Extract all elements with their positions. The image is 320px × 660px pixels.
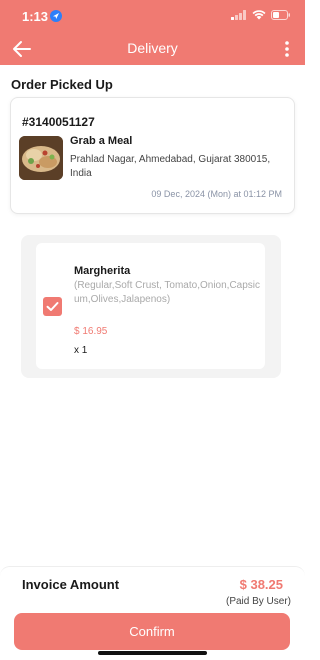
location-arrow-icon	[50, 10, 62, 22]
status-bar: 1:13	[0, 0, 305, 32]
item-quantity: x 1	[74, 345, 88, 356]
item-price: $ 16.95	[74, 326, 108, 337]
order-items-list: Margherita (Regular,Soft Crust, Tomato,O…	[21, 235, 281, 378]
food-image-icon	[19, 136, 63, 180]
order-id: #3140051127	[22, 115, 95, 129]
item-checkbox[interactable]	[43, 297, 62, 316]
status-indicators	[231, 10, 291, 20]
app-bar: Delivery	[0, 32, 305, 65]
store-address: Prahlad Nagar, Ahmedabad, Gujarat 380015…	[70, 154, 271, 179]
order-datetime: 09 Dec, 2024 (Mon) at 01:12 PM	[151, 189, 282, 199]
invoice-panel: Invoice Amount $ 38.25 (Paid By User) Co…	[0, 566, 305, 660]
item-name: Margherita	[74, 265, 131, 277]
checkmark-icon	[46, 302, 59, 311]
home-indicator	[98, 651, 207, 655]
store-thumbnail	[19, 136, 63, 180]
wifi-icon	[252, 10, 266, 20]
invoice-amount: $ 38.25	[239, 577, 283, 592]
invoice-label: Invoice Amount	[22, 577, 120, 592]
store-name: Grab a Meal	[70, 135, 133, 147]
payment-note: (Paid By User)	[225, 596, 291, 607]
signal-icon	[231, 10, 246, 20]
item-description: (Regular,Soft Crust, Tomato,Onion,Capsic…	[74, 280, 261, 305]
order-card: #3140051127 Grab a Meal Prahlad Nagar, A…	[10, 97, 295, 214]
order-status-heading: Order Picked Up	[11, 77, 113, 92]
more-options-icon[interactable]	[283, 40, 291, 58]
page-title: Delivery	[127, 40, 178, 56]
list-item: Margherita (Regular,Soft Crust, Tomato,O…	[36, 243, 265, 369]
confirm-button[interactable]: Confirm	[14, 613, 290, 650]
status-time: 1:13	[22, 9, 49, 24]
battery-icon	[271, 10, 290, 20]
